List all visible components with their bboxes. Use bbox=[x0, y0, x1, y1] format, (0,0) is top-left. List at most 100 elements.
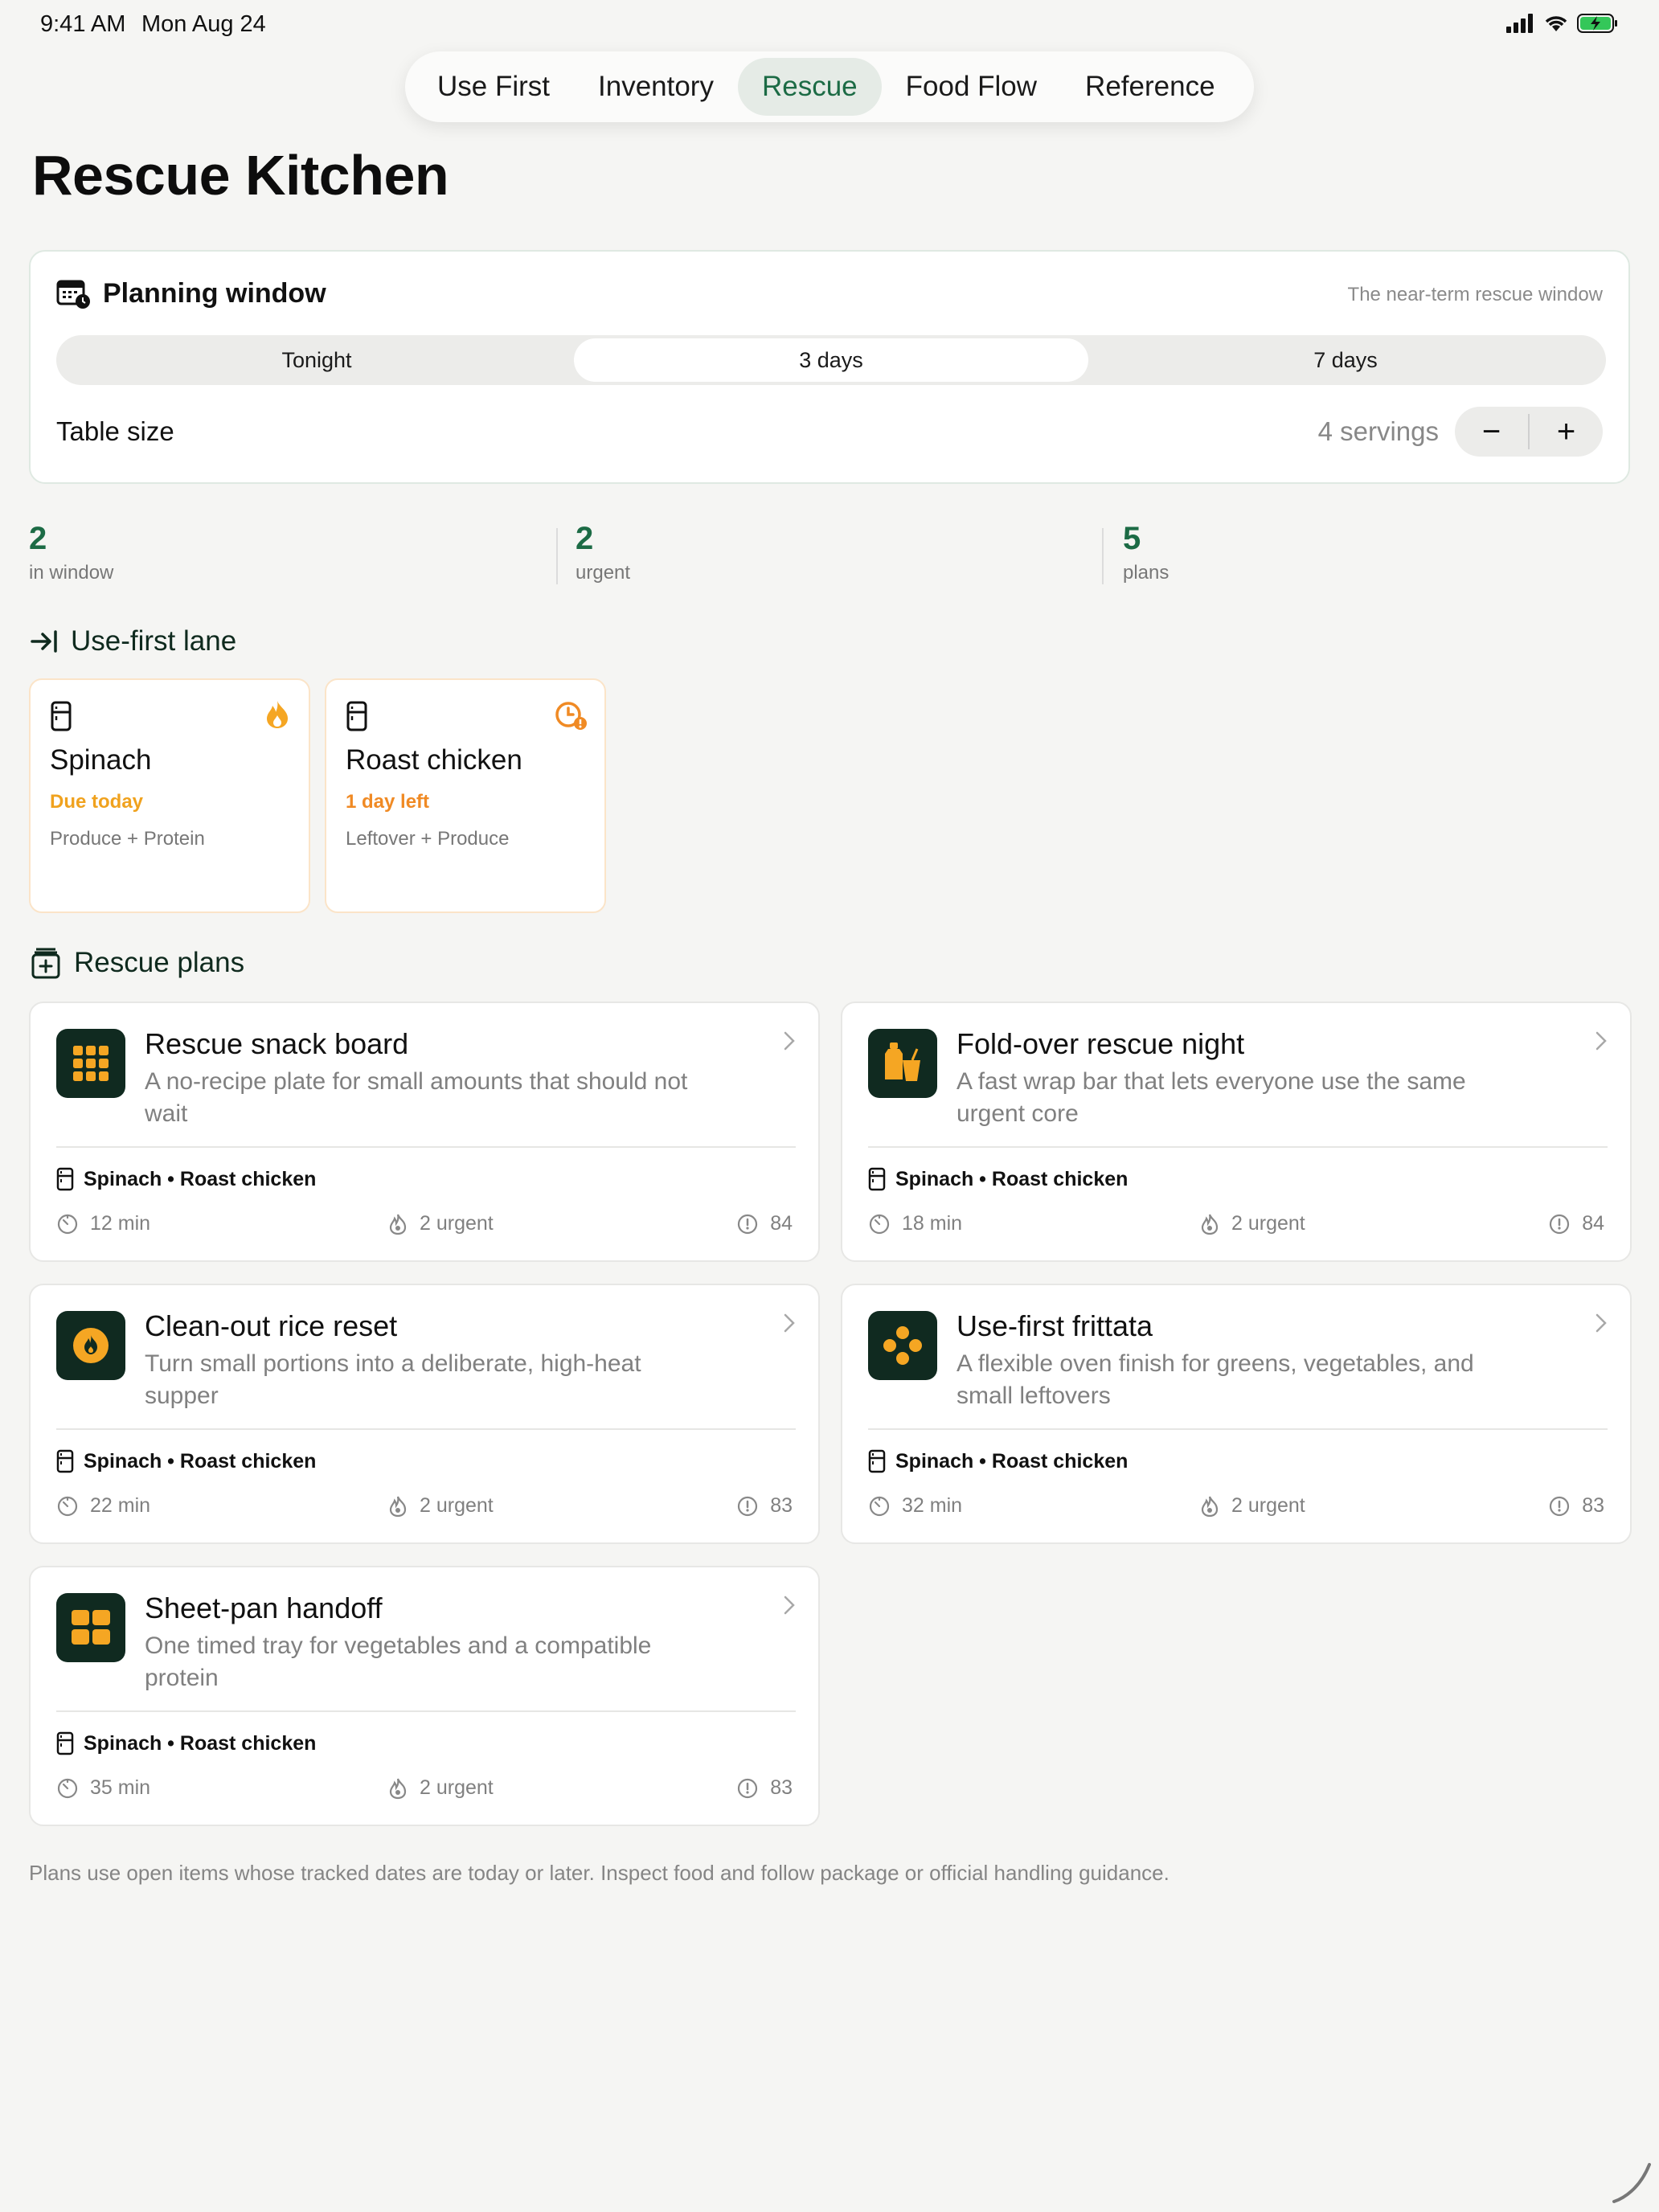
chevron-right-icon bbox=[784, 1596, 795, 1615]
flame-outline-icon bbox=[387, 1213, 408, 1235]
flame-icon bbox=[267, 701, 288, 728]
plan-time-value: 12 min bbox=[90, 1212, 151, 1235]
arrow-to-line-icon bbox=[31, 630, 57, 653]
takeout-icon bbox=[868, 1029, 937, 1098]
increment-button[interactable]: + bbox=[1530, 407, 1603, 457]
servings-value: 4 servings bbox=[1317, 416, 1439, 446]
status-icons bbox=[1506, 13, 1619, 34]
plan-description: Turn small portions into a deliberate, h… bbox=[145, 1350, 641, 1409]
servings-stepper: − + bbox=[1455, 407, 1603, 457]
plan-score: 83 bbox=[736, 1494, 793, 1518]
stat-value: 5 bbox=[1123, 521, 1141, 556]
pantry-box-icon bbox=[31, 948, 60, 979]
fridge-icon bbox=[868, 1449, 886, 1473]
plan-urgent: 2 urgent bbox=[387, 1776, 494, 1800]
lane-item-name: Spinach bbox=[50, 744, 152, 776]
use-first-lane-title: Use-first lane bbox=[71, 625, 237, 657]
plan-urgent: 2 urgent bbox=[387, 1494, 494, 1518]
segment-tonight[interactable]: Tonight bbox=[59, 338, 574, 382]
plan-urgent-value: 2 urgent bbox=[420, 1776, 494, 1799]
plan-items-row: Spinach • Roast chicken bbox=[56, 1167, 316, 1191]
plan-items-row: Spinach • Roast chicken bbox=[56, 1449, 316, 1473]
stat-value: 2 bbox=[29, 521, 47, 556]
plan-urgent: 2 urgent bbox=[1199, 1212, 1305, 1235]
fridge-icon bbox=[51, 701, 72, 731]
tab-use-first[interactable]: Use First bbox=[413, 58, 574, 116]
lane-item-category: Produce + Protein bbox=[50, 828, 205, 850]
plan-urgent-value: 2 urgent bbox=[420, 1212, 494, 1235]
plan-urgent: 2 urgent bbox=[1199, 1494, 1305, 1518]
plan-score-value: 83 bbox=[770, 1494, 793, 1517]
rescue-plan-card[interactable]: Clean-out rice reset Turn small portions… bbox=[29, 1284, 820, 1544]
fridge-icon bbox=[56, 1449, 74, 1473]
plan-urgent-value: 2 urgent bbox=[1231, 1212, 1305, 1235]
dots-icon bbox=[868, 1311, 937, 1380]
flame-circle-icon bbox=[56, 1311, 125, 1380]
top-tab-bar: Use First Inventory Rescue Food Flow Ref… bbox=[405, 51, 1254, 122]
plan-items: Spinach • Roast chicken bbox=[84, 1449, 317, 1473]
plan-score: 84 bbox=[736, 1212, 793, 1235]
card-divider bbox=[56, 1146, 796, 1148]
fridge-icon bbox=[56, 1731, 74, 1755]
gauge-icon bbox=[736, 1777, 759, 1800]
plan-items: Spinach • Roast chicken bbox=[895, 1167, 1129, 1190]
tab-inventory[interactable]: Inventory bbox=[574, 58, 738, 116]
stat-divider bbox=[556, 528, 558, 584]
status-date: Mon Aug 24 bbox=[141, 11, 266, 37]
chevron-right-icon bbox=[1596, 1031, 1607, 1051]
plan-items-row: Spinach • Roast chicken bbox=[868, 1167, 1128, 1191]
plan-time: 12 min bbox=[56, 1212, 150, 1235]
plan-score: 83 bbox=[736, 1776, 793, 1800]
tray-grid-icon bbox=[56, 1593, 125, 1662]
rescue-plan-card[interactable]: Sheet-pan handoff One timed tray for veg… bbox=[29, 1566, 820, 1826]
segment-3-days[interactable]: 3 days bbox=[574, 338, 1088, 382]
stat-urgent: 2 urgent bbox=[576, 521, 630, 584]
stat-divider bbox=[1102, 528, 1104, 584]
rescue-plan-card[interactable]: Use-first frittata A flexible oven finis… bbox=[841, 1284, 1632, 1544]
plan-score: 84 bbox=[1548, 1212, 1604, 1235]
grid-icon bbox=[56, 1029, 125, 1098]
plan-items: Spinach • Roast chicken bbox=[895, 1449, 1129, 1473]
timer-icon bbox=[868, 1495, 891, 1518]
plan-score-value: 84 bbox=[1582, 1212, 1604, 1235]
plan-items-row: Spinach • Roast chicken bbox=[868, 1449, 1128, 1473]
gauge-icon bbox=[1548, 1213, 1571, 1235]
stat-value: 2 bbox=[576, 521, 594, 556]
chevron-right-icon bbox=[784, 1313, 795, 1333]
plan-description: A no-recipe plate for small amounts that… bbox=[145, 1068, 688, 1127]
plan-items: Spinach • Roast chicken bbox=[84, 1731, 317, 1755]
plan-items-row: Spinach • Roast chicken bbox=[56, 1731, 316, 1755]
rescue-plan-card[interactable]: Fold-over rescue night A fast wrap bar t… bbox=[841, 1002, 1632, 1262]
lane-item-due: Due today bbox=[50, 791, 144, 813]
lane-card-roast-chicken[interactable]: Roast chicken 1 day left Leftover + Prod… bbox=[325, 678, 606, 913]
cellular-signal-icon bbox=[1506, 14, 1533, 33]
card-divider bbox=[868, 1146, 1608, 1148]
tab-rescue[interactable]: Rescue bbox=[737, 58, 882, 116]
decrement-button[interactable]: − bbox=[1455, 407, 1528, 457]
rescue-plan-card[interactable]: Rescue snack board A no-recipe plate for… bbox=[29, 1002, 820, 1262]
footnote: Plans use open items whose tracked dates… bbox=[29, 1861, 1169, 1885]
flame-outline-icon bbox=[1199, 1495, 1220, 1518]
rescue-plans-title: Rescue plans bbox=[74, 947, 245, 978]
plan-score-value: 84 bbox=[770, 1212, 793, 1235]
planning-window-card: Planning window The near-term rescue win… bbox=[29, 250, 1630, 484]
card-divider bbox=[56, 1710, 796, 1712]
flame-outline-icon bbox=[387, 1777, 408, 1800]
flame-outline-icon bbox=[1199, 1213, 1220, 1235]
tab-reference[interactable]: Reference bbox=[1061, 58, 1239, 116]
segment-7-days[interactable]: 7 days bbox=[1088, 338, 1603, 382]
stat-in-window: 2 in window bbox=[29, 521, 113, 584]
plan-urgent: 2 urgent bbox=[387, 1212, 494, 1235]
plan-time-value: 32 min bbox=[902, 1494, 963, 1517]
stat-label: in window bbox=[29, 562, 114, 584]
plan-title: Sheet-pan handoff bbox=[145, 1591, 383, 1624]
battery-charging-icon bbox=[1577, 14, 1617, 33]
tab-food-flow[interactable]: Food Flow bbox=[882, 58, 1061, 116]
wifi-icon bbox=[1545, 16, 1567, 31]
plan-urgent-value: 2 urgent bbox=[420, 1494, 494, 1517]
lane-card-spinach[interactable]: Spinach Due today Produce + Protein bbox=[29, 678, 310, 913]
stat-plans: 5 plans bbox=[1123, 521, 1169, 584]
plan-title: Rescue snack board bbox=[145, 1027, 409, 1060]
stat-label: urgent bbox=[576, 562, 631, 584]
clock-alert-icon bbox=[555, 702, 587, 730]
